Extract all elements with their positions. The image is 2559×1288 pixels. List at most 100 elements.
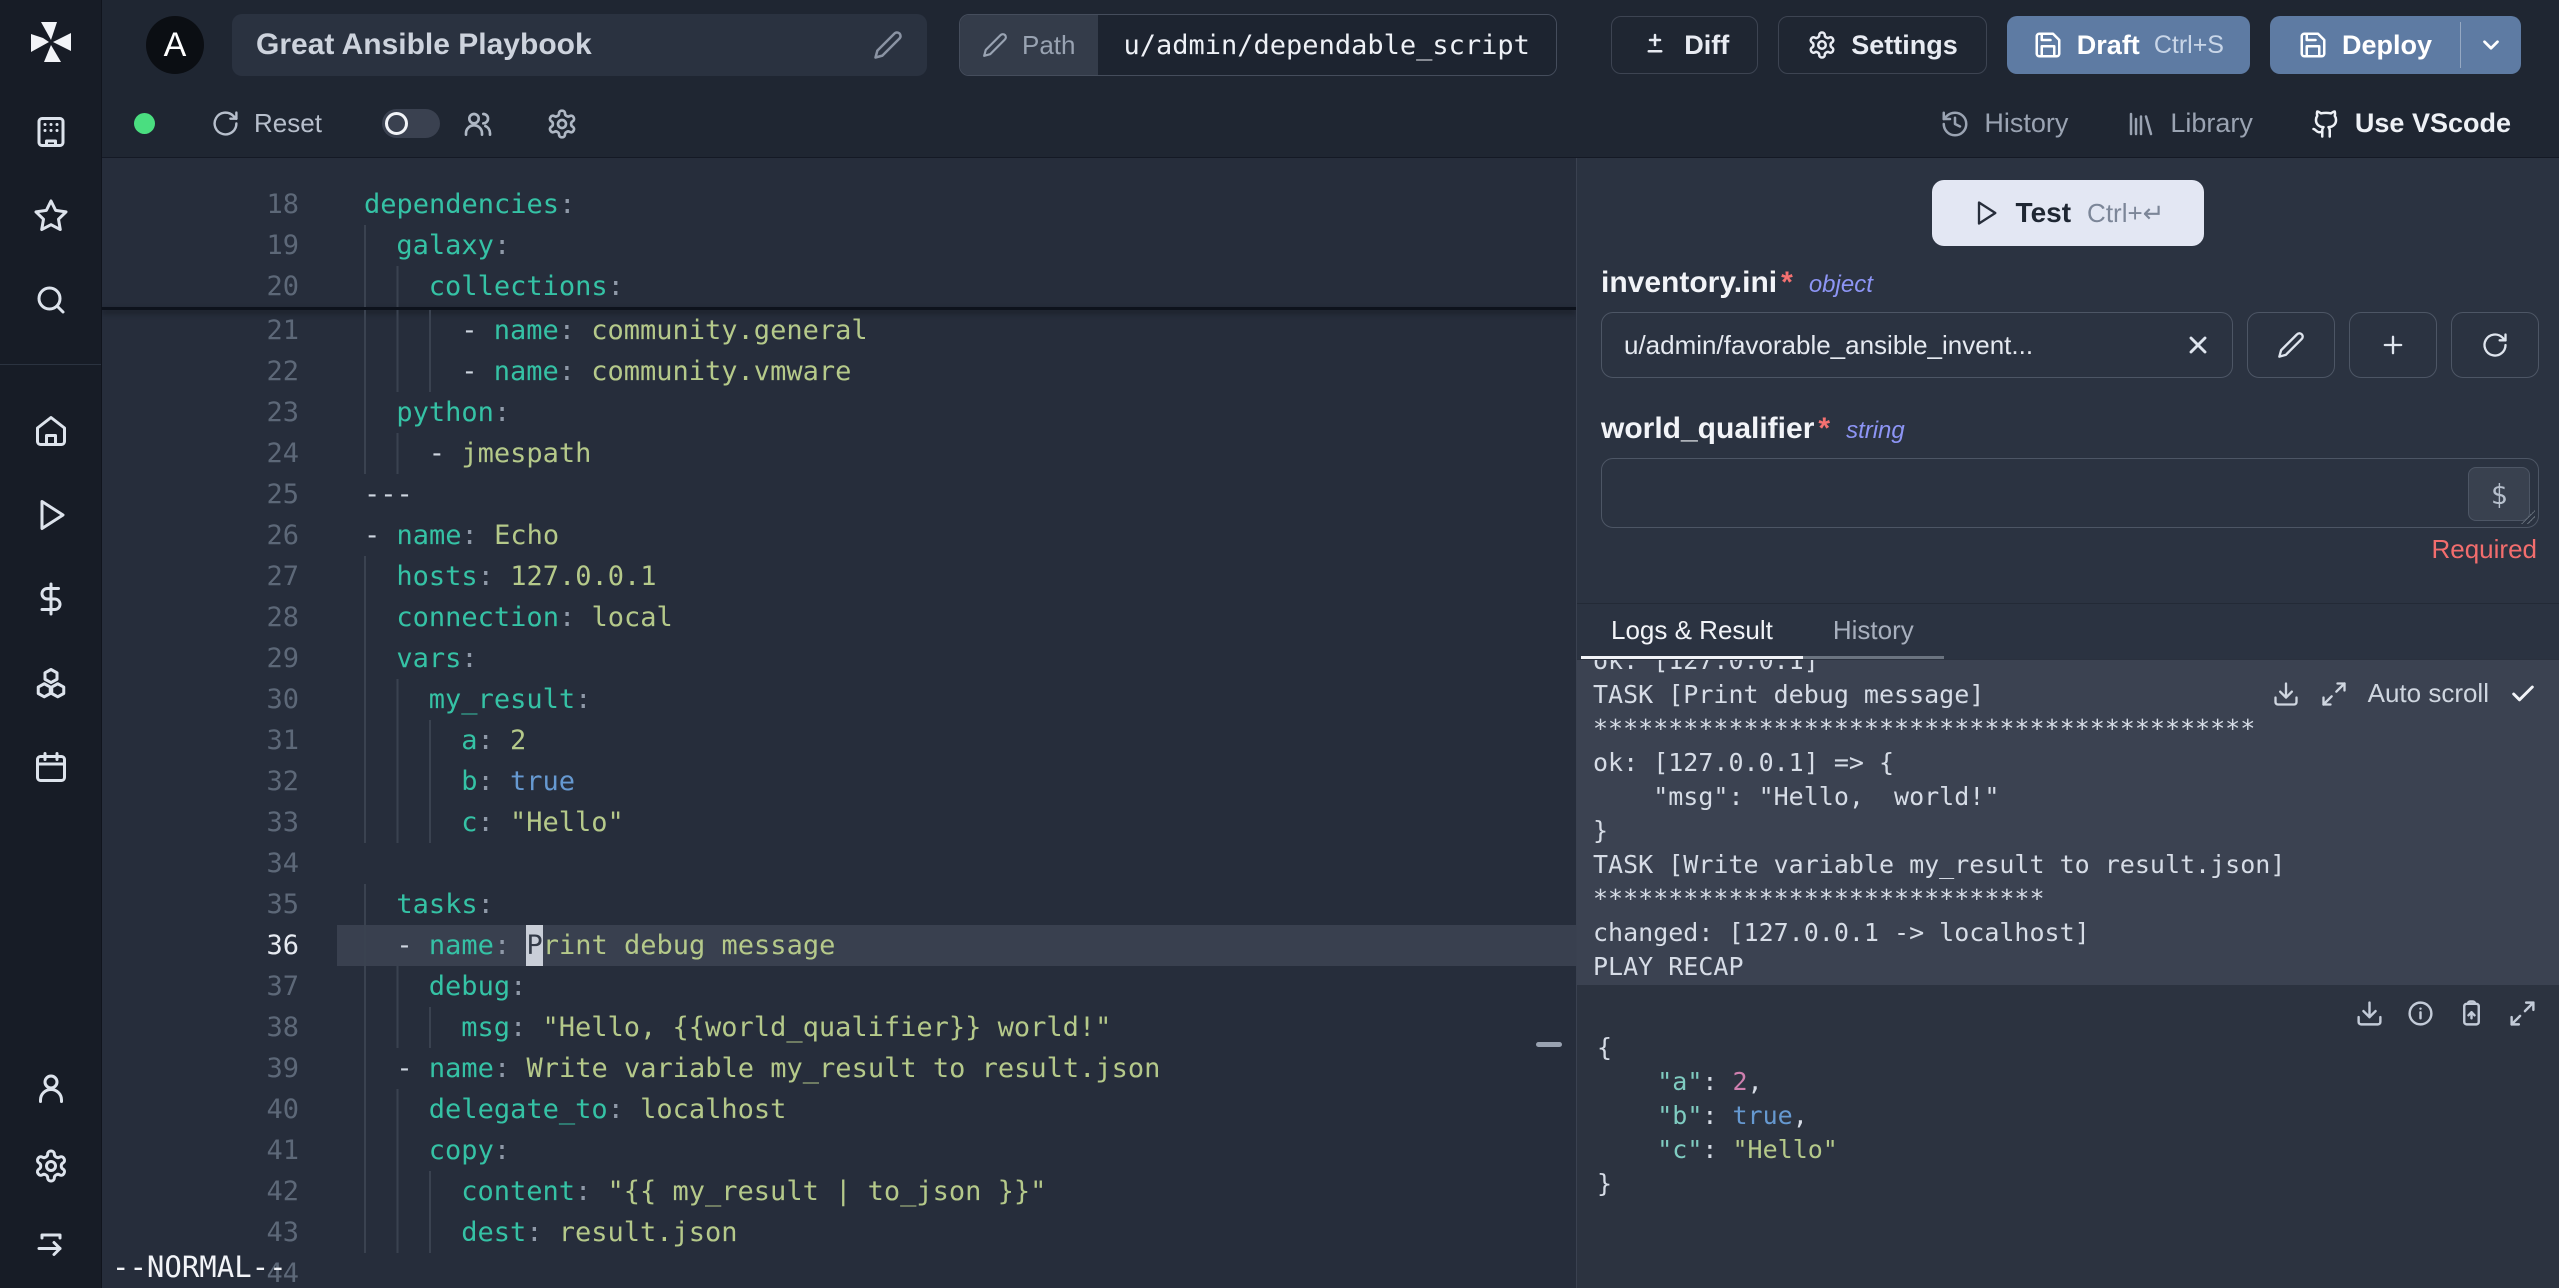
download-result-icon[interactable] (2355, 999, 2384, 1028)
billing-dollar-icon[interactable] (33, 581, 69, 617)
settings-button[interactable]: Settings (1778, 16, 1987, 74)
code-line[interactable]: 39- name: Write variable my_result to re… (102, 1048, 1576, 1089)
toggle-switch[interactable] (381, 109, 440, 138)
deploy-dropdown-button[interactable] (2461, 16, 2521, 74)
field-type: string (1846, 417, 1905, 444)
code-line[interactable]: 25 --- (102, 474, 1576, 515)
code-line[interactable]: 32 b: true (102, 761, 1576, 802)
code-line[interactable]: 37 debug: (102, 966, 1576, 1007)
code-line[interactable]: 26- name: Echo (102, 515, 1576, 556)
tab-label: Logs & Result (1611, 614, 1773, 645)
code-line[interactable]: 41 copy: (102, 1130, 1576, 1171)
line-number: 39 (266, 1053, 299, 1084)
code-line[interactable]: 31 a: 2 (102, 720, 1576, 761)
search-icon[interactable] (33, 282, 69, 318)
result-line: "a": 2, (1657, 1067, 1763, 1096)
draft-button[interactable]: Draft Ctrl+S (2006, 16, 2250, 74)
code-line[interactable]: 35 tasks: (102, 884, 1576, 925)
log-line: ****************************************… (1593, 714, 2256, 743)
code-lines: 18 dependencies:19 galaxy:20 collections:21… (102, 158, 1576, 1288)
add-resource-button[interactable] (2349, 312, 2437, 378)
code-line[interactable]: 33 c: "Hello" (102, 802, 1576, 843)
line-number: 40 (266, 1094, 299, 1125)
schedules-calendar-icon[interactable] (33, 749, 69, 785)
play-icon (1977, 201, 1997, 225)
inventory-resource-input[interactable]: u/admin/favorable_ansible_invent... (1601, 312, 2233, 378)
code-line[interactable]: 34 (102, 843, 1576, 884)
toggle-knob (384, 112, 408, 135)
edit-title-pencil-icon[interactable] (873, 30, 903, 60)
favorites-star-icon[interactable] (33, 198, 69, 234)
line-number: 38 (266, 1012, 299, 1043)
deploy-button[interactable]: Deploy (2270, 16, 2460, 74)
code-line[interactable]: 29 vars: (102, 638, 1576, 679)
home-icon[interactable] (33, 413, 69, 449)
collapse-sidebar-icon[interactable] (33, 1226, 69, 1262)
world-qualifier-field-label: world_qualifier * string (1601, 412, 2539, 446)
pencil-icon (2278, 332, 2304, 358)
expand-log-icon[interactable] (2320, 680, 2348, 708)
refresh-resource-button[interactable] (2451, 312, 2539, 378)
code-line[interactable]: 30 my_result: (102, 679, 1576, 720)
windmill-logo-icon[interactable] (27, 18, 75, 66)
line-number: 32 (266, 766, 299, 797)
download-log-icon[interactable] (2272, 680, 2300, 708)
topbar: A Great Ansible Playbook Path u/admin/de… (102, 0, 2559, 90)
code-line[interactable]: 23 python: (102, 392, 1576, 433)
check-icon[interactable] (2509, 680, 2537, 708)
workspace-building-icon[interactable] (33, 114, 69, 150)
users-icon[interactable] (462, 108, 494, 140)
runs-play-icon[interactable] (33, 497, 69, 533)
vim-mode-indicator: --NORMAL-- (112, 1250, 287, 1284)
line-number: 20 (266, 271, 299, 302)
world-qualifier-input[interactable]: $ (1601, 458, 2539, 528)
line-number: 23 (266, 397, 299, 428)
resources-boxes-icon[interactable] (33, 665, 69, 701)
code-line[interactable]: 44 (102, 1253, 1576, 1288)
edit-resource-button[interactable] (2247, 312, 2335, 378)
status-dot (134, 113, 155, 134)
path-value[interactable]: u/admin/dependable_script (1097, 15, 1556, 75)
expand-result-icon[interactable] (2508, 999, 2537, 1028)
settings-gear-icon[interactable] (33, 1148, 69, 1184)
clipboard-copy-icon[interactable] (2457, 999, 2486, 1028)
diff-button[interactable]: Diff (1611, 16, 1759, 74)
clear-x-icon[interactable] (2184, 331, 2212, 359)
tab-label: History (1832, 614, 1914, 645)
code-line[interactable]: 24- jmespath (102, 433, 1576, 474)
code-line[interactable]: 40 delegate_to: localhost (102, 1089, 1576, 1130)
splitter-grip[interactable] (1536, 1042, 1562, 1047)
code-line[interactable]: 28 connection: local (102, 597, 1576, 638)
user-icon[interactable] (33, 1070, 69, 1106)
tab-logs-result[interactable]: Logs & Result (1581, 604, 1803, 659)
path-field[interactable]: Path u/admin/dependable_script (959, 14, 1557, 76)
reset-button[interactable]: Reset (211, 108, 322, 139)
code-line[interactable]: 38 msg: "Hello, {{world_qualifier}} world… (102, 1007, 1576, 1048)
code-line[interactable]: 21- name: community.general (102, 310, 1576, 351)
info-icon[interactable] (2406, 999, 2435, 1028)
app-window: A Great Ansible Playbook Path u/admin/de… (0, 0, 2559, 1288)
code-line[interactable]: 43 dest: result.json (102, 1212, 1576, 1253)
tab-history[interactable]: History (1802, 604, 1944, 659)
code-line[interactable]: 20 collections: (102, 266, 1576, 307)
library-button[interactable]: Library (2126, 108, 2253, 139)
code-line[interactable]: 18 dependencies: (102, 184, 1576, 225)
result-viewer[interactable]: { "a": 2, "b": true, "c": "Hello"} (1577, 985, 2559, 1288)
code-editor[interactable]: 18 dependencies:19 galaxy:20 collections:21… (102, 158, 1576, 1288)
script-title: Great Ansible Playbook (256, 28, 592, 61)
log-output[interactable]: ok: [127.0.0.1] TASK [Print debug message… (1577, 659, 2559, 985)
code-line[interactable]: 36- name: Print debug message (102, 925, 1576, 966)
script-title-field[interactable]: Great Ansible Playbook (232, 14, 927, 76)
draft-label: Draft (2076, 29, 2140, 60)
code-line[interactable]: 27 hosts: 127.0.0.1 (102, 556, 1576, 597)
editor-settings-gear-icon[interactable] (546, 108, 578, 140)
code-line[interactable]: 19 galaxy: (102, 225, 1576, 266)
resize-handle[interactable] (2521, 510, 2535, 524)
code-line[interactable]: 22- name: community.vmware (102, 351, 1576, 392)
editor-toolbar: Reset History Library Use VScode (102, 90, 2559, 158)
code-line[interactable]: 42 content: "{{ my_result | to_json }}" (102, 1171, 1576, 1212)
line-number: 35 (266, 889, 299, 920)
use-vscode-button[interactable]: Use VScode (2311, 108, 2511, 139)
history-button[interactable]: History (1940, 108, 2068, 139)
test-button[interactable]: Test Ctrl+↵ (1932, 180, 2204, 246)
